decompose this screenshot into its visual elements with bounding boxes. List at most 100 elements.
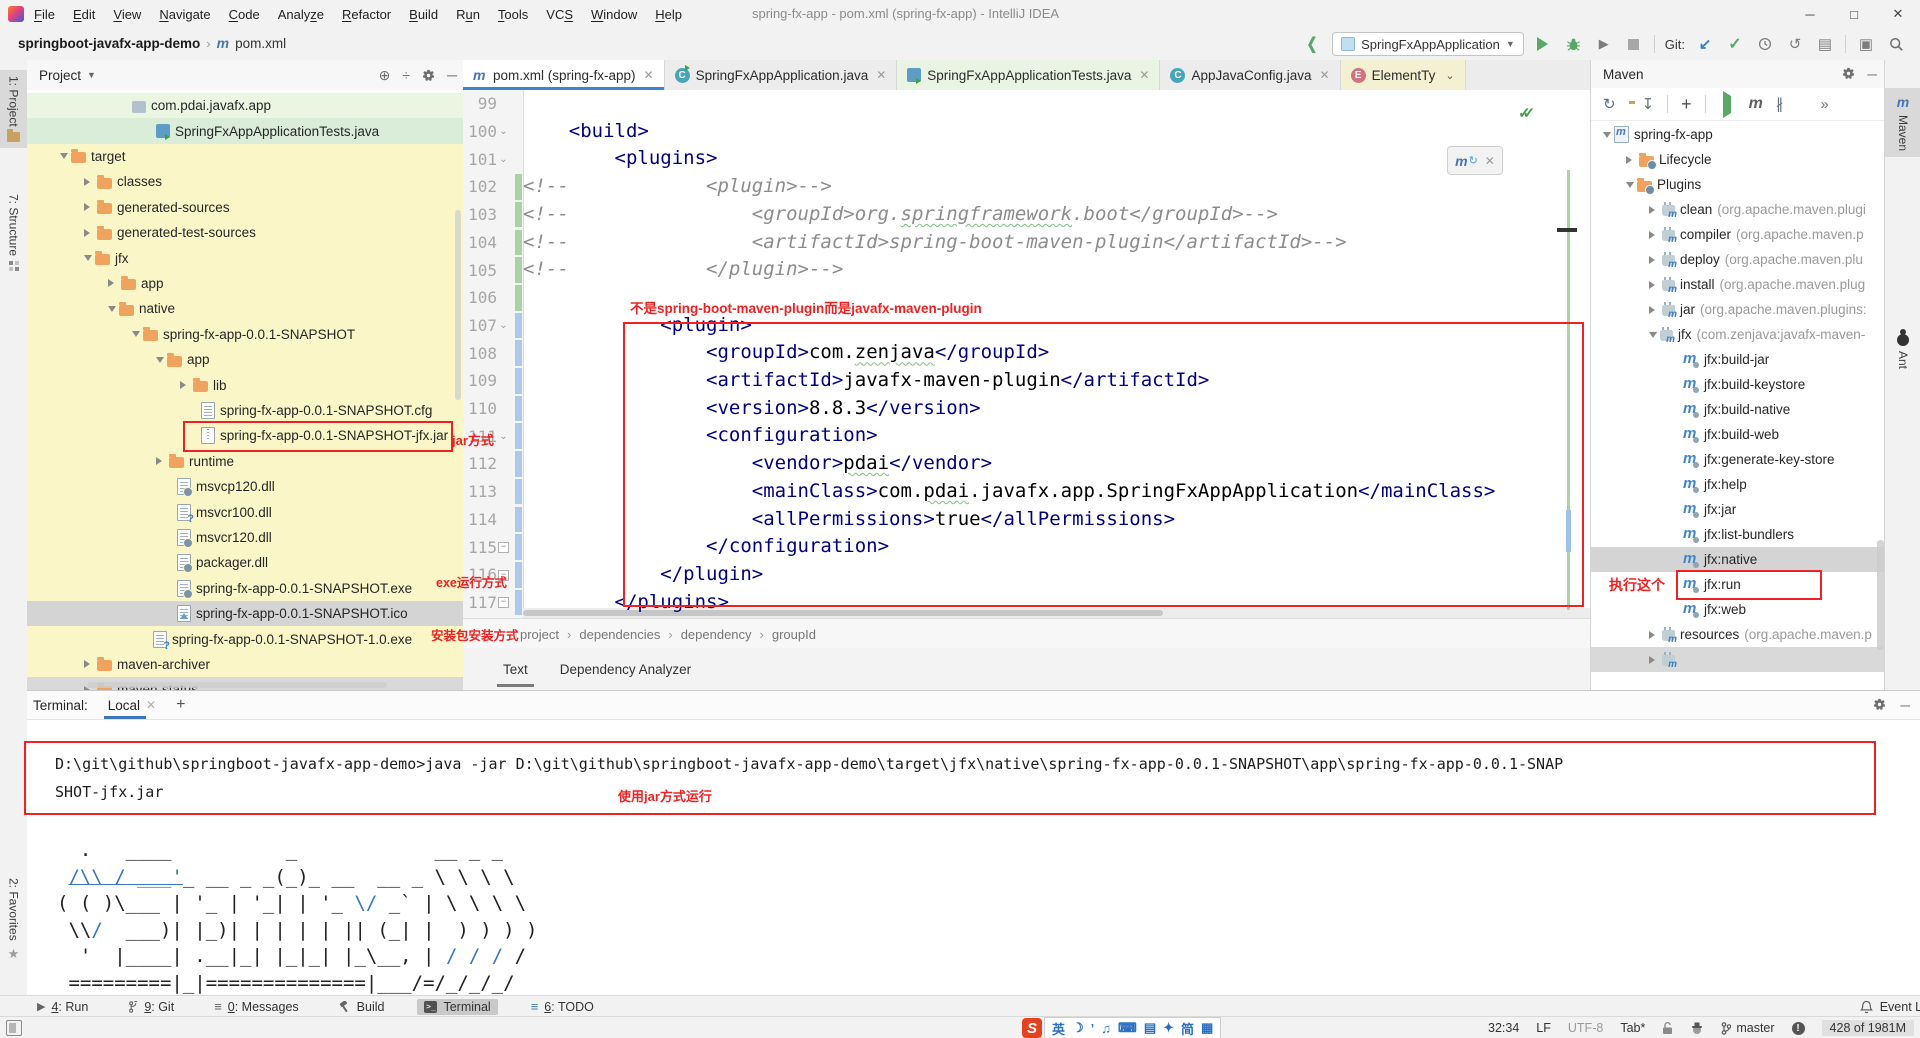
- tree-item-spring-fx-app-0-0-1-snapshot-1-0-exe[interactable]: spring-fx-app-0.0.1-SNAPSHOT-1.0.exe: [27, 626, 463, 651]
- ime-skin-icon[interactable]: ✦: [1163, 1020, 1174, 1036]
- ime-panel[interactable]: 英 ☽ ’ ♫ ⌨ ▤ ✦ 简 ▦: [1044, 1017, 1221, 1038]
- breadcrumb-file[interactable]: pom.xml: [235, 36, 286, 51]
- maven-item-clean[interactable]: clean(org.apache.maven.plugi: [1591, 197, 1885, 222]
- search-everywhere-icon[interactable]: [1886, 33, 1906, 55]
- editor-tab-springfxappapplicationtests-java[interactable]: SpringFxAppApplicationTests.java✕: [897, 60, 1160, 90]
- editor-tab-springfxappapplication-java[interactable]: CSpringFxAppApplication.java✕: [665, 60, 898, 90]
- tree-item-msvcr100-dll[interactable]: msvcr100.dll: [27, 499, 463, 524]
- ime-language[interactable]: 英: [1052, 1019, 1065, 1038]
- sidebar-item-favorites[interactable]: 2: Favorites ★: [0, 872, 27, 968]
- project-panel-header[interactable]: Project ▼ ⊕ ÷ ─: [27, 60, 463, 90]
- maven-item-install[interactable]: install(org.apache.maven.plug: [1591, 272, 1885, 297]
- breadcrumb-dependencies[interactable]: dependencies: [579, 627, 660, 642]
- maven-item-spring-fx-app[interactable]: spring-fx-app: [1591, 122, 1885, 147]
- more-actions-icon[interactable]: »: [1820, 96, 1828, 113]
- run-configuration-select[interactable]: SpringFxAppApplication ▼: [1332, 32, 1524, 56]
- unfold-icon[interactable]: −: [497, 541, 510, 553]
- ime-toolbar[interactable]: S 英 ☽ ’ ♫ ⌨ ▤ ✦ 简 ▦: [1022, 1017, 1221, 1038]
- toolwindow-button-4-run[interactable]: ▶4: Run: [30, 999, 95, 1015]
- maven-item-jfx[interactable]: jfx(com.zenjava:javafx-maven-: [1591, 322, 1885, 347]
- tree-item-springfxappapplicationtests-java[interactable]: SpringFxAppApplicationTests.java: [27, 118, 463, 143]
- menu-window[interactable]: Window: [591, 7, 637, 22]
- run-button[interactable]: [1534, 33, 1554, 55]
- fold-icon[interactable]: ⌄: [497, 431, 510, 442]
- breadcrumb-project[interactable]: springboot-javafx-app-demo: [18, 36, 200, 51]
- git-history-icon[interactable]: [1755, 33, 1775, 55]
- notification-icon[interactable]: !: [1792, 1022, 1805, 1035]
- gear-icon[interactable]: [422, 69, 435, 82]
- minimize-icon[interactable]: ─: [1788, 0, 1832, 28]
- menu-analyze[interactable]: Analyze: [278, 7, 324, 22]
- view-tab-text[interactable]: Text: [501, 656, 530, 683]
- editor-tab-appjavaconfig-java[interactable]: CAppJavaConfig.java✕: [1160, 60, 1340, 90]
- hide-panel-icon[interactable]: ─: [447, 67, 457, 83]
- menu-file[interactable]: File: [34, 7, 55, 22]
- toggle-toolwindows-icon[interactable]: [6, 1020, 22, 1036]
- code-editor[interactable]: 99100⌄101⌄102103104105106107⌄10810911011…: [463, 90, 1590, 618]
- tree-item-app[interactable]: app: [27, 347, 463, 372]
- maven-item-jar[interactable]: jar(org.apache.maven.plugins:: [1591, 297, 1885, 322]
- project-hscrollbar[interactable]: [87, 682, 387, 688]
- menu-build[interactable]: Build: [409, 7, 438, 22]
- maven-item-jfx-web[interactable]: jfx:web: [1591, 597, 1885, 622]
- tool-windows-icon[interactable]: ▣: [1856, 33, 1876, 55]
- ime-keyboard-icon[interactable]: ⌨: [1118, 1020, 1137, 1036]
- maven-item-jfx-build-native[interactable]: jfx:build-native: [1591, 397, 1885, 422]
- maven-scrollbar[interactable]: [1877, 540, 1884, 650]
- breadcrumb-groupId[interactable]: groupId: [772, 627, 816, 642]
- menu-edit[interactable]: Edit: [73, 7, 95, 22]
- tree-item-packager-dll[interactable]: packager.dll: [27, 550, 463, 575]
- fold-icon[interactable]: ⌄: [497, 126, 510, 137]
- run-maven-build-icon[interactable]: [1719, 96, 1736, 113]
- tree-item-msvcr120-dll[interactable]: msvcr120.dll: [27, 525, 463, 550]
- terminal-tab-local[interactable]: Local ✕: [104, 693, 160, 718]
- tree-item-maven-archiver[interactable]: maven-archiver: [27, 652, 463, 677]
- collapse-all-icon[interactable]: ÷: [402, 67, 410, 83]
- toolwindow-button-terminal[interactable]: >_Terminal: [417, 999, 497, 1015]
- maven-item-compiler[interactable]: compiler(org.apache.maven.p: [1591, 222, 1885, 247]
- highlighting-level-icon[interactable]: [1690, 1022, 1704, 1035]
- tree-item-lib[interactable]: lib: [27, 372, 463, 397]
- tree-item-jfx[interactable]: jfx: [27, 245, 463, 270]
- debug-button[interactable]: [1564, 33, 1584, 55]
- close-icon[interactable]: ✕: [644, 68, 654, 82]
- close-icon[interactable]: ✕: [876, 68, 886, 82]
- unlock-icon[interactable]: [1662, 1022, 1673, 1035]
- file-encoding[interactable]: UTF-8: [1568, 1021, 1603, 1035]
- tree-item-spring-fx-app-0-0-1-snapshot-ico[interactable]: spring-fx-app-0.0.1-SNAPSHOT.ico: [27, 601, 463, 626]
- maven-item-resources[interactable]: resources(org.apache.maven.p: [1591, 622, 1885, 647]
- add-maven-project-icon[interactable]: +: [1681, 94, 1692, 115]
- maven-item-jfx-build-keystore[interactable]: jfx:build-keystore: [1591, 372, 1885, 397]
- sidebar-item-maven[interactable]: m Maven: [1885, 88, 1920, 157]
- ime-mic-icon[interactable]: ♫: [1101, 1021, 1111, 1036]
- close-icon[interactable]: ✕: [1320, 68, 1330, 82]
- maximize-icon[interactable]: □: [1832, 0, 1876, 28]
- tree-item-spring-fx-app-0-0-1-snapshot-cfg[interactable]: spring-fx-app-0.0.1-SNAPSHOT.cfg: [27, 398, 463, 423]
- toolwindow-button-9-git[interactable]: 9: Git: [121, 999, 181, 1015]
- maven-item-plugins[interactable]: Plugins: [1591, 172, 1885, 197]
- maven-reimport-popup[interactable]: m ↻ ✕: [1447, 146, 1503, 175]
- stop-button[interactable]: [1624, 33, 1644, 55]
- memory-indicator[interactable]: 428 of 1981M: [1822, 1020, 1914, 1036]
- execute-maven-goal-icon[interactable]: m: [1749, 95, 1763, 113]
- tree-item-msvcp120-dll[interactable]: msvcp120.dll: [27, 474, 463, 499]
- breadcrumb-dependency[interactable]: dependency: [681, 627, 752, 642]
- fold-icon[interactable]: ⌄: [497, 154, 510, 165]
- unfold-icon[interactable]: −: [497, 596, 510, 608]
- menu-help[interactable]: Help: [655, 7, 682, 22]
- reimport-maven-icon[interactable]: ↻: [1603, 95, 1616, 113]
- maven-item-jfx-jar[interactable]: jfx:jar: [1591, 497, 1885, 522]
- sidebar-item-ant[interactable]: Ant: [1885, 328, 1920, 375]
- menu-refactor[interactable]: Refactor: [342, 7, 391, 22]
- skip-tests-icon[interactable]: ∦: [1776, 95, 1784, 113]
- menu-vcs[interactable]: VCS: [546, 7, 573, 22]
- ime-moon-icon[interactable]: ☽: [1072, 1020, 1084, 1036]
- gear-icon[interactable]: [1842, 67, 1855, 82]
- close-icon[interactable]: ✕: [1876, 0, 1920, 28]
- sogou-ime-icon[interactable]: S: [1022, 1018, 1042, 1038]
- git-shelf-icon[interactable]: ▤: [1815, 33, 1835, 55]
- menu-navigate[interactable]: Navigate: [159, 7, 210, 22]
- sidebar-item-project[interactable]: 1: Project: [0, 70, 27, 148]
- indent-style[interactable]: Tab*: [1620, 1021, 1645, 1035]
- menu-view[interactable]: View: [113, 7, 141, 22]
